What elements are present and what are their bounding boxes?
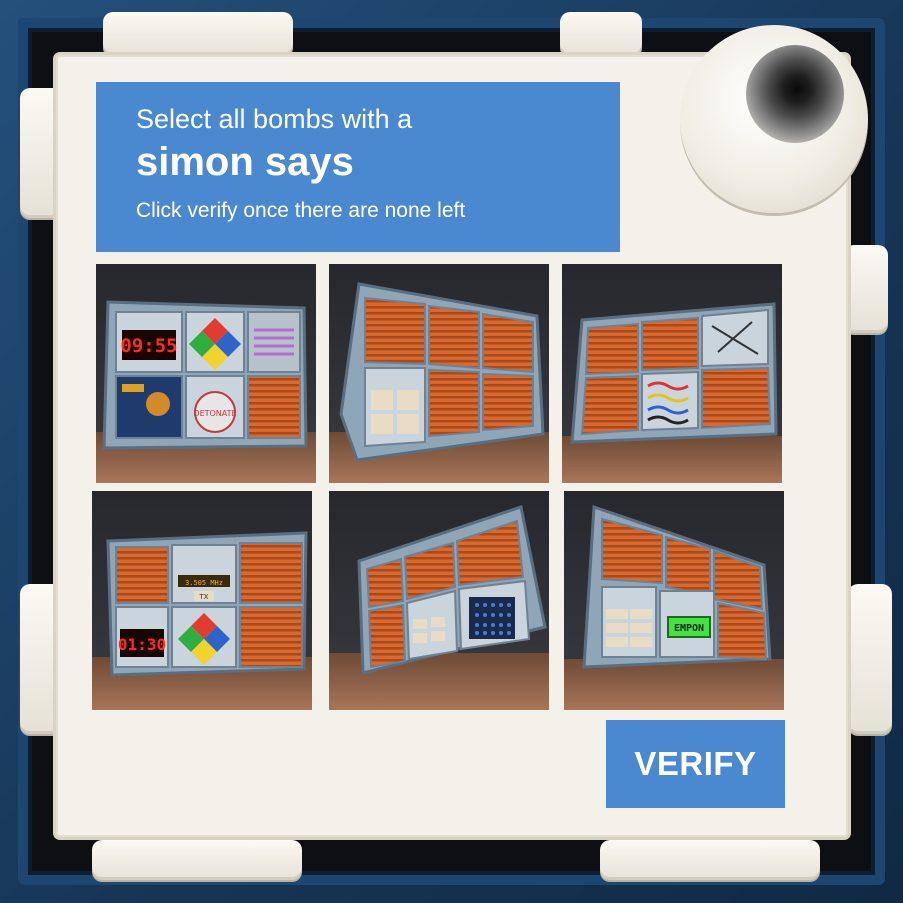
bomb-tile-6[interactable]: EMPON [564, 491, 784, 710]
bomb-tile-2[interactable] [329, 264, 549, 483]
frame-clamp [103, 12, 293, 56]
bomb-tile-5[interactable] [329, 491, 549, 710]
prompt-instruction: Click verify once there are none left [136, 199, 466, 222]
timer-display: 09:55 [120, 335, 177, 357]
frame-clamp [600, 840, 820, 880]
prompt-line: Select all bombs with a [136, 104, 413, 134]
prompt-target: simon says [136, 140, 354, 184]
verify-button[interactable]: VERIFY [606, 720, 785, 808]
tx-button-label: TX [198, 593, 208, 601]
bomb-tile-3[interactable] [562, 264, 782, 483]
detonate-button-label: DETONATE [193, 409, 236, 418]
timer-display: 01:30 [118, 635, 166, 654]
frame-clamp [848, 584, 892, 734]
module-display: EMPON [674, 623, 704, 634]
bomb-tile-4[interactable]: 3.505 MHz TX 01:30 [92, 491, 312, 710]
frequency-display: 3.505 MHz [185, 579, 223, 587]
speaker-icon [746, 45, 844, 143]
frame-clamp [560, 12, 642, 56]
bomb-tile-1[interactable]: 09:55 DETONATE [96, 264, 316, 483]
captcha-header: Select all bombs with a simon says Click… [96, 82, 620, 252]
frame-clamp [844, 245, 888, 333]
frame-clamp [92, 840, 302, 880]
